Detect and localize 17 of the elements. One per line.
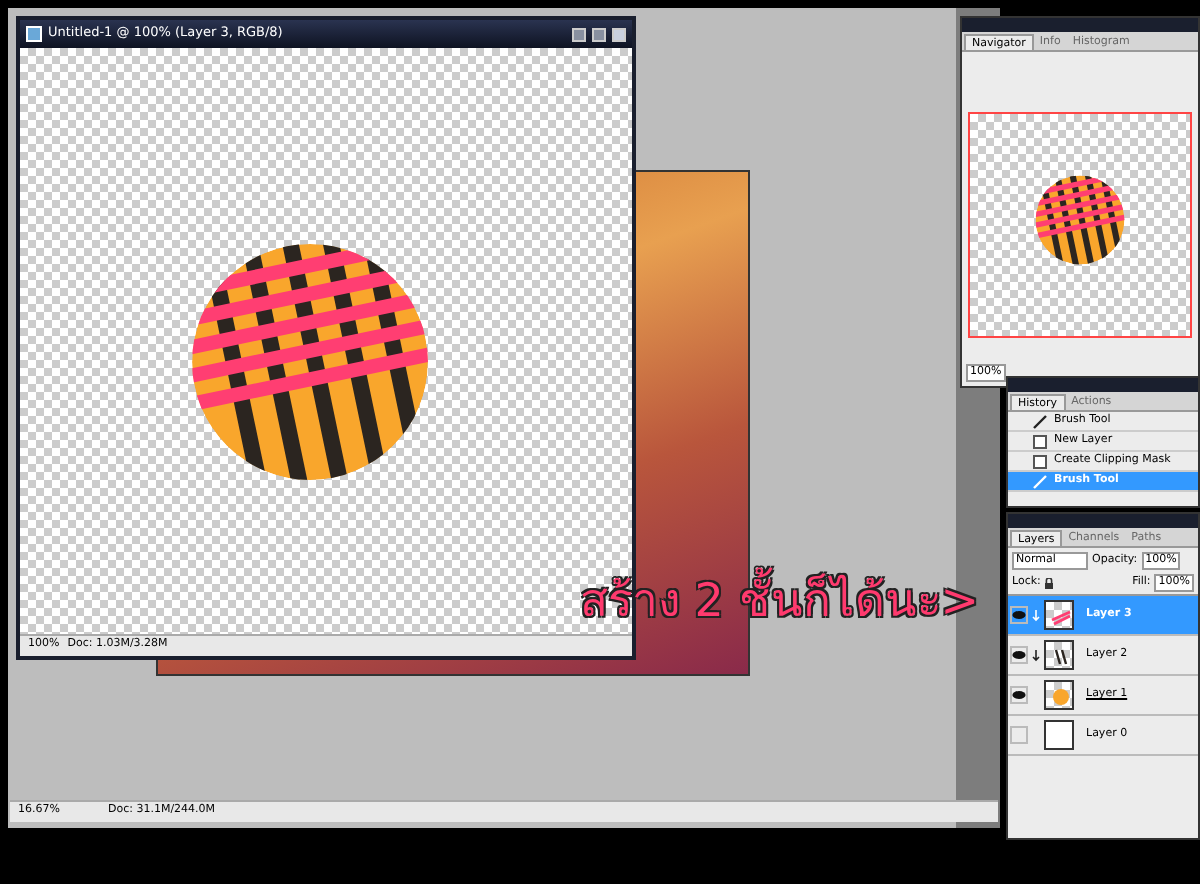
document-icon [26,26,42,42]
brush-icon [1032,473,1048,489]
visibility-toggle[interactable] [1010,686,1028,704]
circle-thumbnail [1034,174,1126,266]
close-button[interactable] [612,27,626,41]
minimize-button[interactable] [572,27,586,41]
visibility-toggle[interactable] [1010,726,1028,744]
layer-thumbnail[interactable] [1044,720,1074,750]
brush-icon [1032,413,1048,429]
visibility-toggle[interactable] [1010,606,1028,624]
lock-icon[interactable] [1044,577,1055,589]
layer-thumbnail[interactable] [1044,680,1074,710]
layer-thumbnail[interactable] [1044,600,1074,630]
layer-thumbnail[interactable] [1044,640,1074,670]
visibility-toggle[interactable] [1010,646,1028,664]
navigator-preview[interactable] [968,112,1192,338]
maximize-button[interactable] [592,27,606,41]
